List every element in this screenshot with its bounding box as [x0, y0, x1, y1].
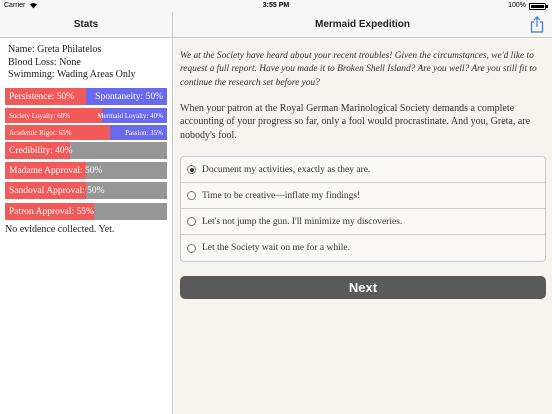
stat-bar-left-label: Persistence: 50% — [9, 91, 75, 102]
radio-icon — [187, 191, 196, 200]
battery-icon — [529, 3, 548, 10]
battery-percent: 100% — [508, 2, 526, 9]
stat-bar: Patron Approval: 55% — [5, 203, 167, 220]
stat-bar: Society Loyalty: 60% Mermaid Loyalty: 40% — [5, 108, 167, 123]
stat-bar: Credibility: 40% — [5, 142, 167, 159]
status-bar: Carrier 3:55 PM 100% — [0, 0, 552, 12]
stat-bar-right-label: Spontaneity: 50% — [95, 91, 163, 102]
stat-bar-left-label: Academic Rigor: 65% — [9, 128, 72, 137]
society-letter: We at the Society have heard about your … — [180, 51, 537, 88]
choice-label: Document my activities, exactly as they … — [202, 164, 371, 175]
radio-icon — [187, 217, 196, 226]
evidence-status: No evidence collected. Yet. — [5, 224, 115, 235]
stat-bar-right-label: Passion: 35% — [125, 128, 163, 137]
radio-icon — [187, 243, 196, 253]
stat-bar-label: Credibility: 40% — [9, 145, 73, 156]
stat-bar: Sandoval Approval: 50% — [5, 182, 167, 199]
stat-bar: Persistence: 50% Spontaneity: 50% — [5, 88, 167, 105]
choice-option[interactable]: Let the Society wait on me for a while. — [181, 235, 545, 261]
story-panel: We at the Society have heard about your … — [174, 39, 552, 414]
stat-swimming: Swimming: Wading Areas Only — [8, 69, 136, 80]
stat-bar: Madame Approval: 50% — [5, 162, 167, 179]
stat-lines: Name: Greta Philatelos Blood Loss: None … — [8, 44, 136, 82]
stat-bar-right-label: Mermaid Loyalty: 40% — [97, 111, 163, 120]
stat-bar-left-label: Society Loyalty: 60% — [9, 111, 71, 120]
story-text: When your patron at the Royal German Mar… — [180, 103, 531, 141]
stat-bar-label: Patron Approval: 55% — [9, 206, 94, 217]
stat-bar-label: Sandoval Approval: 50% — [9, 185, 105, 196]
choice-list: Document my activities, exactly as they … — [180, 156, 546, 262]
choice-option[interactable]: Let's not jump the gun. I'll minimize my… — [181, 209, 545, 235]
game-title: Mermaid Expedition — [314, 19, 410, 30]
choice-option[interactable]: Time to be creative—inflate my findings! — [181, 183, 545, 209]
next-button[interactable]: Next — [180, 276, 546, 299]
stat-bar: Academic Rigor: 65% Passion: 35% — [5, 125, 167, 140]
clock-time: 3:55 PM — [262, 2, 290, 9]
radio-icon — [187, 165, 196, 174]
choice-option[interactable]: Document my activities, exactly as they … — [181, 157, 545, 183]
choice-label: Let the Society wait on me for a while. — [202, 243, 350, 253]
share-icon[interactable] — [530, 16, 544, 33]
stats-panel: Name: Greta Philatelos Blood Loss: None … — [0, 38, 173, 414]
stats-nav-bar: Stats — [0, 12, 173, 38]
choice-label: Time to be creative—inflate my findings! — [202, 190, 361, 201]
story-nav-bar: Mermaid Expedition — [173, 12, 552, 38]
stat-bar-label: Madame Approval: 50% — [9, 165, 103, 176]
stat-blood-loss: Blood Loss: None — [8, 56, 81, 68]
stat-name: Name: Greta Philatelos — [8, 44, 102, 55]
stats-title: Stats — [73, 19, 99, 30]
choice-label: Let's not jump the gun. I'll minimize my… — [202, 216, 403, 227]
